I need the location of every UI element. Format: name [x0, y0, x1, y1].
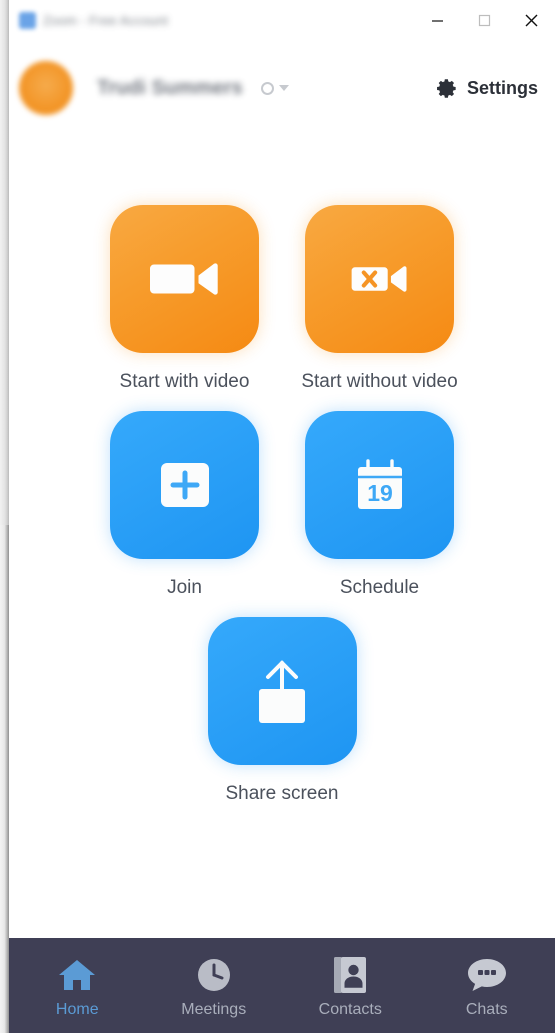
schedule-button[interactable]: 19 Schedule [305, 411, 454, 599]
zoom-client-window: Zoom - Free Account Trudi Summers Settin… [0, 0, 555, 1033]
profile-name: Trudi Summers [97, 76, 243, 99]
nav-label-chats: Chats [465, 1001, 508, 1018]
share-screen-button[interactable]: Share screen [187, 617, 377, 805]
close-icon [525, 14, 538, 27]
start-without-video-tile [305, 205, 454, 353]
nav-item-chats[interactable]: Chats [419, 938, 555, 1019]
schedule-tile: 19 [305, 411, 454, 559]
share-screen-label: Share screen [225, 783, 339, 804]
window-controls [414, 0, 555, 41]
start-without-video-label: Start without video [301, 371, 458, 392]
profile-bar: Trudi Summers Settings [9, 55, 555, 121]
zoom-logo-icon [19, 12, 36, 29]
address-book-icon [334, 956, 367, 994]
close-button[interactable] [508, 0, 555, 41]
window-left-edge-lower [0, 525, 9, 1033]
chevron-down-icon [278, 85, 289, 91]
action-row-2: Join 19 Schedule [9, 411, 555, 599]
start-without-video-button[interactable]: Start without video [301, 205, 458, 393]
plus-square-icon [160, 463, 209, 507]
video-camera-icon [149, 263, 218, 295]
status-circle-icon [260, 81, 274, 95]
start-with-video-label: Start with video [119, 371, 250, 392]
calendar-icon: 19 [357, 459, 402, 509]
gear-icon [437, 78, 456, 98]
join-label: Join [167, 577, 202, 598]
action-row-1: Start with video Start without video [9, 205, 555, 393]
settings-label: Settings [466, 77, 538, 98]
nav-label-meetings: Meetings [181, 1001, 247, 1018]
title-bar: Zoom - Free Account [9, 0, 555, 41]
start-with-video-button[interactable]: Start with video [110, 205, 259, 393]
join-button[interactable]: Join [110, 411, 259, 599]
bottom-navigation: Home Meetings Contacts Chats [9, 938, 555, 1033]
home-action-grid: Start with video Start without video Joi… [9, 121, 555, 938]
clock-icon [196, 956, 232, 994]
maximize-button[interactable] [461, 0, 508, 41]
start-with-video-tile [110, 205, 259, 353]
video-camera-off-icon [351, 266, 407, 292]
settings-button[interactable]: Settings [436, 77, 538, 100]
nav-item-home[interactable]: Home [9, 938, 146, 1019]
action-row-3: Share screen [9, 617, 555, 805]
status-selector[interactable] [260, 81, 289, 95]
maximize-icon [478, 14, 491, 27]
chat-bubble-icon [467, 956, 507, 994]
home-icon [58, 956, 96, 994]
nav-item-meetings[interactable]: Meetings [146, 938, 283, 1019]
join-tile [110, 411, 259, 559]
schedule-label: Schedule [339, 577, 420, 598]
title-bar-left: Zoom - Free Account [9, 12, 414, 29]
window-title: Zoom - Free Account [43, 13, 169, 28]
minimize-button[interactable] [414, 0, 461, 41]
nav-label-contacts: Contacts [318, 1001, 382, 1018]
nav-item-contacts[interactable]: Contacts [282, 938, 419, 1019]
nav-label-home: Home [55, 1001, 99, 1018]
calendar-day-number: 19 [367, 480, 393, 506]
avatar[interactable] [19, 61, 73, 115]
share-screen-tile [207, 617, 357, 765]
share-screen-upload-icon [259, 660, 305, 723]
minimize-icon [432, 20, 443, 22]
